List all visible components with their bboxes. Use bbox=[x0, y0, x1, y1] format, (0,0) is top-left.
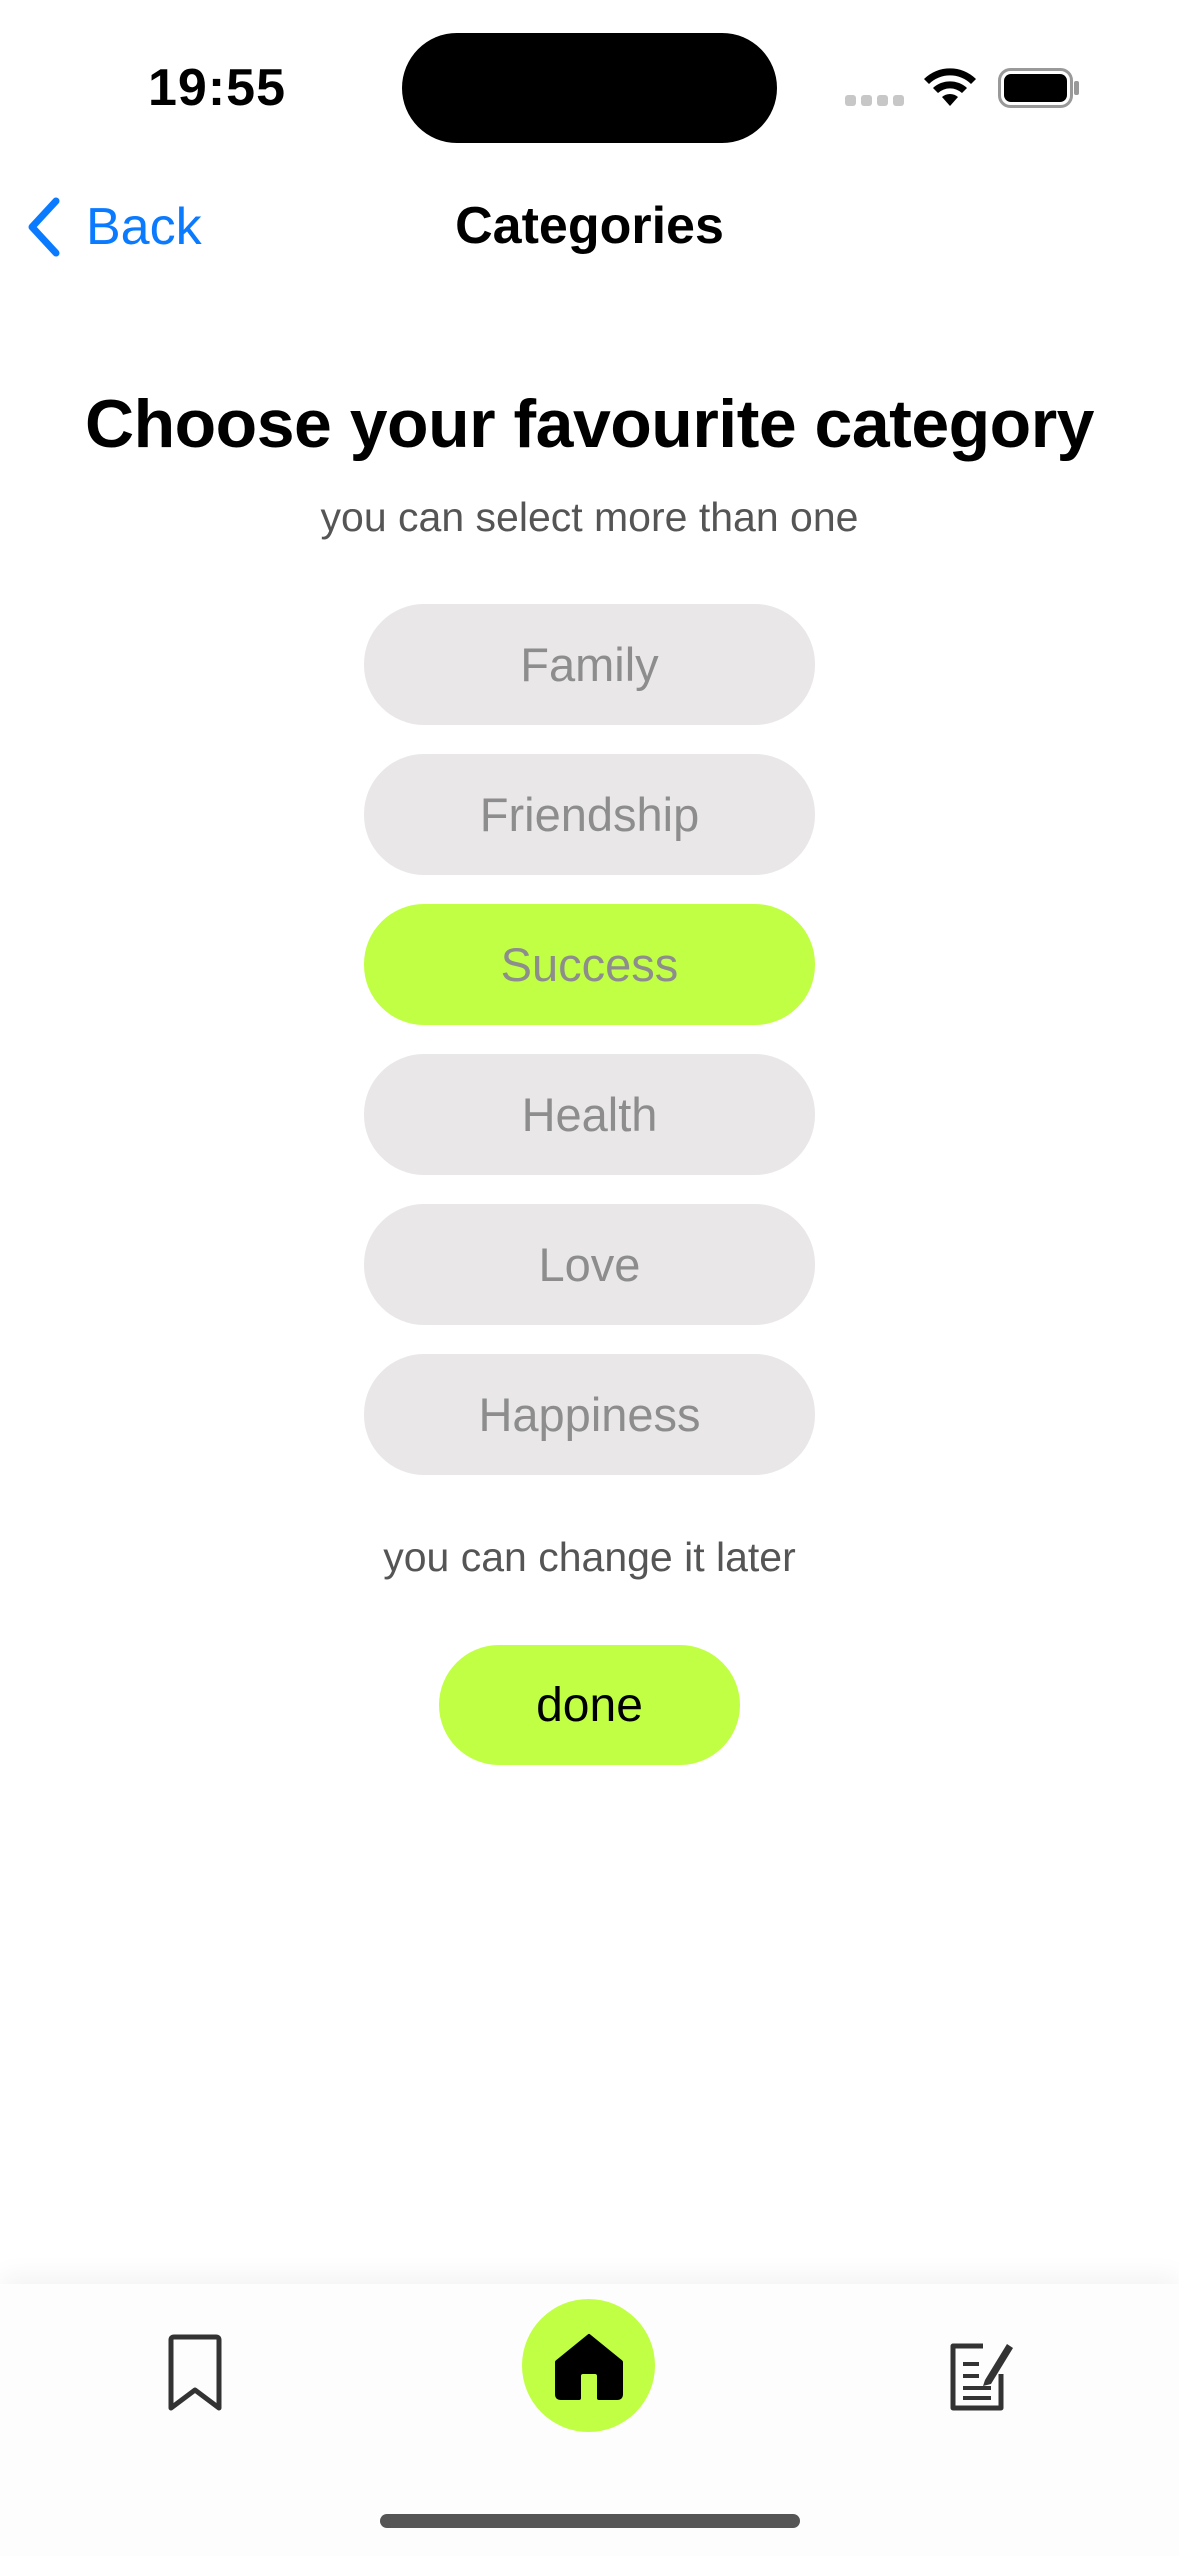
category-friendship-button[interactable]: Friendship bbox=[364, 754, 815, 875]
page-subtitle: you can select more than one bbox=[320, 494, 859, 540]
wifi-icon bbox=[924, 68, 976, 106]
tab-bookmarks[interactable] bbox=[155, 2324, 235, 2424]
category-family-button[interactable]: Family bbox=[364, 604, 815, 725]
home-icon bbox=[554, 2333, 623, 2400]
category-success-button[interactable]: Success bbox=[364, 904, 815, 1025]
battery-icon bbox=[998, 68, 1079, 108]
tab-home[interactable] bbox=[522, 2299, 655, 2432]
bookmark-icon bbox=[168, 2334, 222, 2411]
home-indicator bbox=[380, 2514, 800, 2528]
tab-notes[interactable] bbox=[940, 2324, 1020, 2424]
category-list: Family Friendship Success Health Love Ha… bbox=[364, 604, 815, 1504]
nav-title: Categories bbox=[455, 197, 724, 255]
dynamic-island bbox=[402, 33, 777, 143]
cellular-signal-icon bbox=[845, 95, 905, 107]
page-title: Choose your favourite category bbox=[84, 386, 1095, 462]
notes-edit-icon bbox=[950, 2343, 1013, 2411]
category-happiness-button[interactable]: Happiness bbox=[364, 1354, 815, 1475]
category-love-button[interactable]: Love bbox=[364, 1204, 815, 1325]
change-later-note: you can change it later bbox=[383, 1534, 796, 1580]
status-time: 19:55 bbox=[148, 59, 286, 117]
category-health-button[interactable]: Health bbox=[364, 1054, 815, 1175]
done-button[interactable]: done bbox=[439, 1645, 740, 1765]
